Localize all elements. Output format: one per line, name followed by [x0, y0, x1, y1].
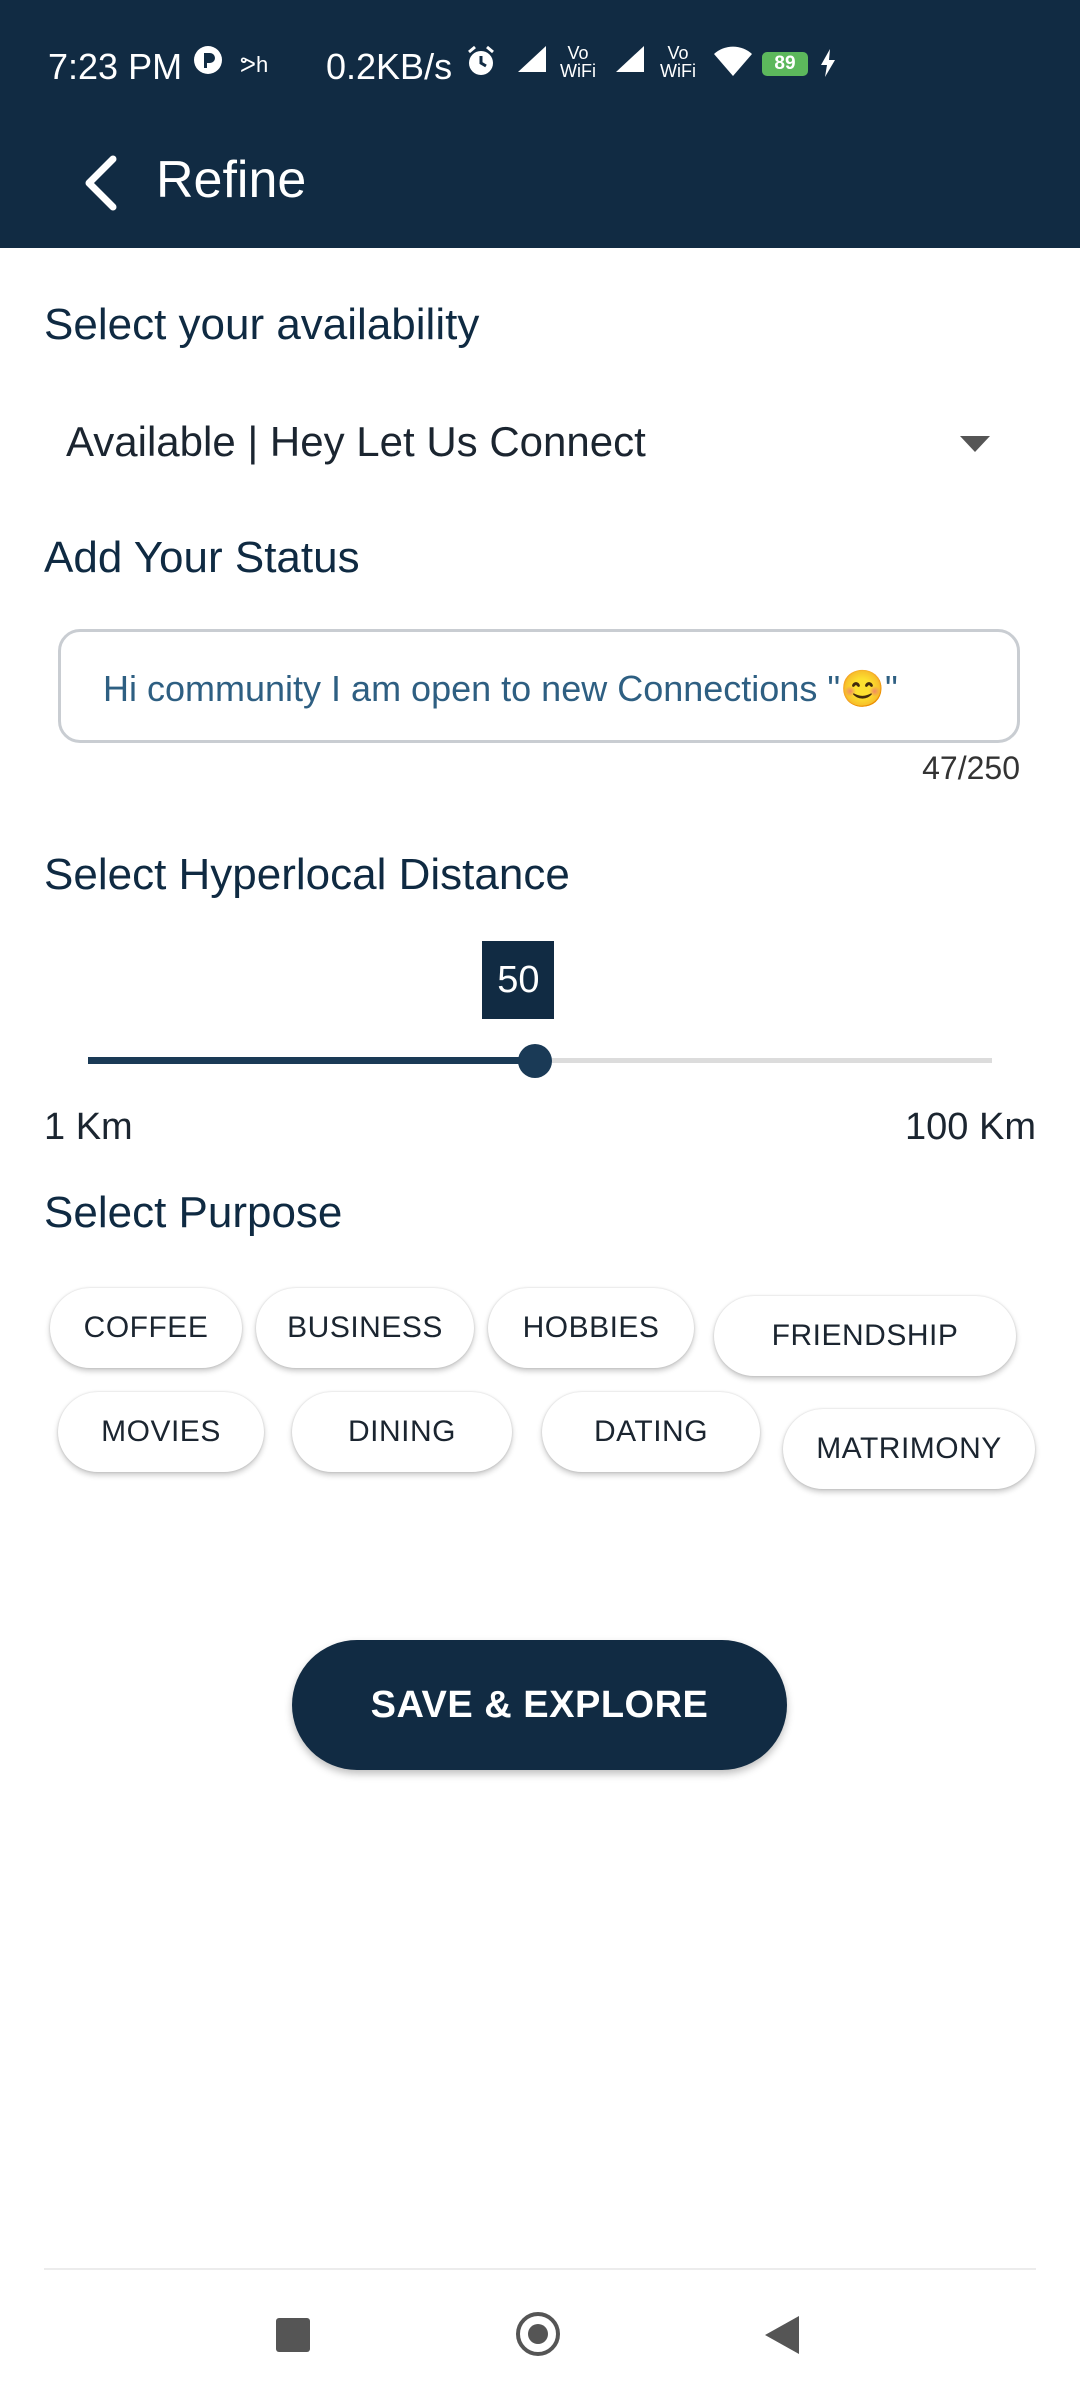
distance-min-label: 1 Km [44, 1106, 133, 1148]
purpose-label: Select Purpose [44, 1188, 343, 1237]
slider-value-bubble: 50 [482, 941, 555, 1019]
purpose-chip-movies[interactable]: MOVIES [58, 1392, 264, 1472]
slider-track-fill [88, 1057, 536, 1064]
caret-down-icon [960, 436, 990, 452]
wifi-icon [712, 46, 754, 86]
status-time: 7:23 PM [48, 46, 183, 87]
network-speed: 0.2KB/s [326, 46, 453, 87]
app-notification-icon [192, 44, 224, 84]
alarm-icon [464, 44, 498, 86]
purpose-chip-hobbies[interactable]: HOBBIES [488, 1288, 694, 1368]
purpose-chip-dating[interactable]: DATING [542, 1392, 760, 1472]
purpose-chip-friendship[interactable]: FRIENDSHIP [714, 1296, 1016, 1376]
status-input-value[interactable]: Hi community I am open to new Connection… [103, 668, 898, 710]
charging-icon [818, 48, 838, 86]
purpose-chip-dining[interactable]: DINING [292, 1392, 512, 1472]
status-input[interactable]: Hi community I am open to new Connection… [58, 629, 1020, 743]
home-icon[interactable] [516, 2312, 560, 2356]
distance-max-label: 100 Km [905, 1106, 1036, 1148]
signal-icon [614, 44, 646, 82]
page-title: Refine [156, 151, 307, 209]
chevron-left-icon[interactable] [74, 148, 128, 218]
network-icon: ᕗh [240, 52, 269, 77]
recents-icon[interactable] [276, 2318, 310, 2352]
availability-selected-value: Available | Hey Let Us Connect [66, 418, 646, 465]
distance-label: Select Hyperlocal Distance [44, 850, 570, 899]
toolbar: Refine [0, 130, 1080, 248]
home-icon-inner [528, 2324, 548, 2344]
app-header: 7:23 PM ᕗh 0.2KB/s Vo WiFi Vo WiFi 89 Refi… [0, 0, 1080, 248]
purpose-chip-business[interactable]: BUSINESS [256, 1288, 474, 1368]
availability-dropdown[interactable]: Available | Hey Let Us Connect [44, 406, 1004, 486]
vowifi-icon: Vo WiFi [660, 43, 696, 81]
availability-label: Select your availability [44, 300, 480, 349]
status-label: Add Your Status [44, 533, 360, 582]
nav-divider [44, 2268, 1036, 2270]
battery-icon: 89 [762, 52, 808, 76]
signal-icon [516, 44, 548, 82]
purpose-chip-matrimony[interactable]: MATRIMONY [783, 1409, 1035, 1489]
purpose-chip-coffee[interactable]: COFFEE [50, 1288, 242, 1368]
save-explore-button[interactable]: SAVE & EXPLORE [292, 1640, 787, 1770]
vowifi-icon: Vo WiFi [560, 43, 596, 81]
status-bar: 7:23 PM ᕗh 0.2KB/s Vo WiFi Vo WiFi 89 [0, 0, 1080, 130]
back-triangle-icon[interactable] [765, 2316, 799, 2354]
slider-thumb[interactable] [518, 1044, 553, 1078]
status-char-counter: 47/250 [922, 750, 1020, 786]
